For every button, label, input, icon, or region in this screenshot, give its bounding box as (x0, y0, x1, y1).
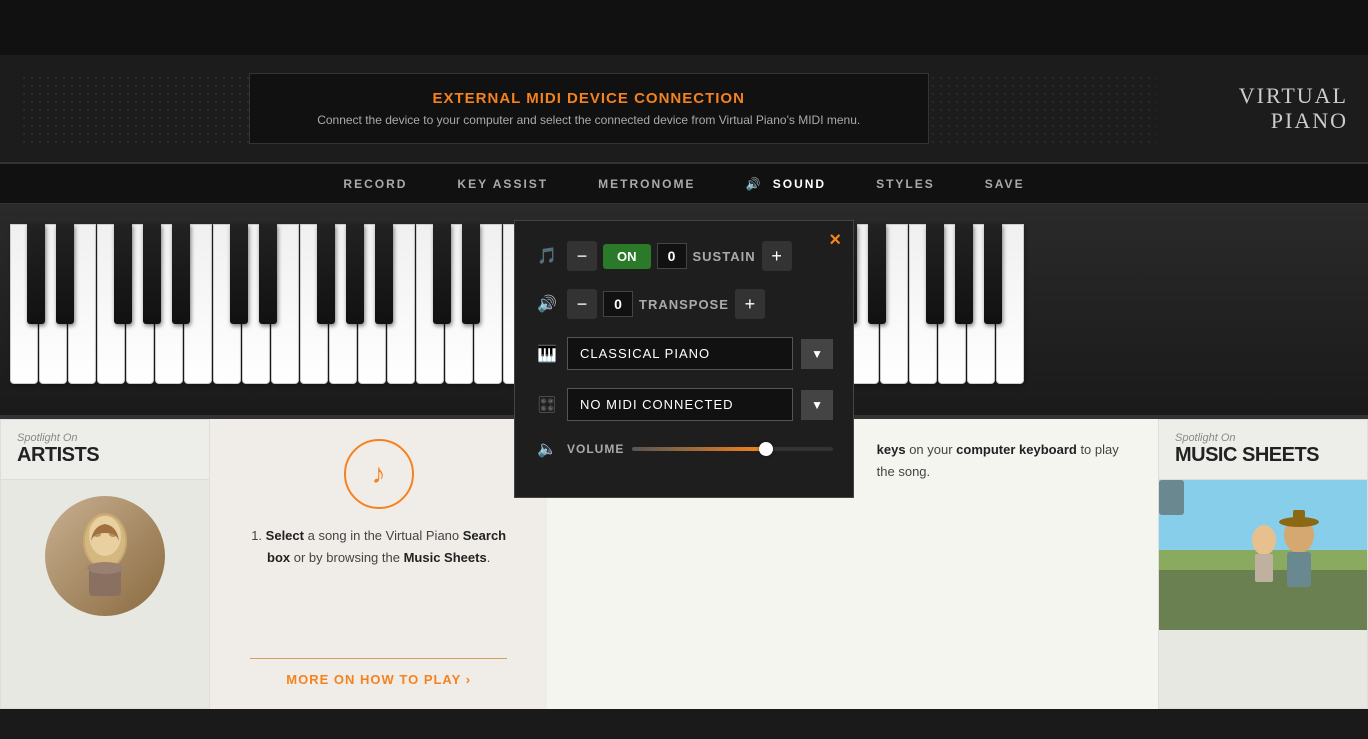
black-key-4[interactable] (143, 224, 161, 324)
midi-title: EXTERNAL MIDI DEVICE CONNECTION (290, 90, 888, 107)
black-key-3[interactable] (114, 224, 132, 324)
black-key-10[interactable] (375, 224, 393, 324)
logo-line2: PIANO (1271, 108, 1348, 133)
spotlight-music-sheets-header: Spotlight On MUSIC SHEETS (1159, 420, 1367, 480)
music-note-icon: ♪ (372, 458, 386, 490)
keys-bold-3: keys (877, 442, 906, 457)
header-banner: EXTERNAL MIDI DEVICE CONNECTION Connect … (0, 55, 1368, 164)
transpose-label: TRANSPOSE (639, 297, 729, 312)
midi-description: Connect the device to your computer and … (290, 113, 888, 127)
how-to-text: 1. Select a song in the Virtual Piano Se… (250, 525, 507, 569)
volume-thumb[interactable] (759, 442, 773, 456)
top-bar (0, 0, 1368, 55)
black-key-5[interactable] (230, 224, 248, 324)
more-link-text: MORE ON HOW TO PLAY (286, 672, 461, 687)
black-key-9[interactable] (346, 224, 364, 324)
nav-sound-label: SOUND (773, 177, 826, 191)
midi-controls: NO MIDI CONNECTED ▼ (567, 388, 833, 421)
midi-row: 🎛 NO MIDI CONNECTED ▼ (535, 388, 833, 421)
instrument-dropdown-button[interactable]: ▼ (801, 339, 833, 369)
sustain-controls: − ON 0 SUSTAIN + (567, 241, 833, 271)
transpose-controls: − 0 TRANSPOSE + (567, 289, 833, 319)
person-silhouette (1159, 480, 1367, 630)
black-key-5[interactable] (172, 224, 190, 324)
volume-controls: VOLUME (567, 442, 833, 456)
transpose-plus-button[interactable]: + (735, 289, 765, 319)
sustain-label: SUSTAIN (693, 249, 756, 264)
sustain-row: 🎵 − ON 0 SUSTAIN + (535, 241, 833, 271)
header-dots-right (929, 74, 1158, 144)
spotlight-on-label-left: Spotlight On (17, 432, 193, 444)
artist-portrait-svg (65, 506, 145, 606)
volume-track[interactable] (632, 447, 833, 451)
sustain-icon: 🎵 (535, 246, 559, 266)
nav-sound[interactable]: 🔊 SOUND (745, 177, 826, 191)
nav-record[interactable]: RECORD (343, 177, 407, 191)
spotlight-artists-title: ARTISTS (17, 444, 193, 467)
midi-icon: 🎛 (535, 395, 559, 415)
music-icon-circle: ♪ (344, 439, 414, 509)
nav-save[interactable]: SAVE (985, 177, 1025, 191)
black-key-23[interactable] (926, 224, 944, 324)
computer-keyboard-bold: computer keyboard (956, 442, 1077, 457)
transpose-value: 0 (603, 291, 633, 317)
spotlight-music-sheets-card: Spotlight On MUSIC SHEETS (1158, 419, 1368, 709)
more-link-container: MORE ON HOW TO PLAY › (250, 658, 507, 689)
nav-key-assist[interactable]: KEY ASSIST (457, 177, 548, 191)
logo-text: VIRTUAL PIANO (1157, 84, 1348, 132)
black-key-21[interactable] (868, 224, 886, 324)
black-key-0[interactable] (27, 224, 45, 324)
instrument-icon: 🎹 (535, 344, 559, 364)
midi-select[interactable]: NO MIDI CONNECTED (567, 388, 793, 421)
sustain-value: 0 (657, 243, 687, 269)
instrument-select[interactable]: CLASSICAL PIANO (567, 337, 793, 370)
transpose-icon: 🔊 (535, 294, 559, 314)
sound-panel: × 🎵 − ON 0 SUSTAIN + 🔊 − 0 TRANSPOSE + 🎹… (514, 220, 854, 498)
logo-line1: VIRTUAL (1239, 83, 1348, 108)
nav-styles[interactable]: STYLES (876, 177, 935, 191)
text-col-3: keys on your computer keyboard to play t… (853, 419, 1158, 709)
instrument-row: 🎹 CLASSICAL PIANO ▼ (535, 337, 833, 370)
black-key-1[interactable] (56, 224, 74, 324)
sustain-toggle[interactable]: ON (603, 244, 651, 269)
black-key-8[interactable] (317, 224, 335, 324)
logo-area: VIRTUAL PIANO (1157, 84, 1348, 132)
black-key-24[interactable] (955, 224, 973, 324)
sustain-plus-button[interactable]: + (762, 241, 792, 271)
volume-label: VOLUME (567, 442, 624, 456)
center-content: ♪ 1. Select a song in the Virtual Piano … (210, 419, 547, 709)
midi-notification-box: EXTERNAL MIDI DEVICE CONNECTION Connect … (249, 73, 929, 144)
sound-icon: 🔊 (745, 177, 762, 191)
nav-bar: RECORD KEY ASSIST METRONOME 🔊 SOUND STYL… (0, 164, 1368, 204)
header-center: EXTERNAL MIDI DEVICE CONNECTION Connect … (249, 73, 929, 144)
close-button[interactable]: × (829, 229, 841, 252)
spotlight-artists-header: Spotlight On ARTISTS (1, 420, 209, 480)
select-bold: Select (266, 528, 304, 543)
black-key-6[interactable] (259, 224, 277, 324)
scene-svg (1159, 480, 1367, 630)
black-key-25[interactable] (984, 224, 1002, 324)
black-key-10[interactable] (433, 224, 451, 324)
sustain-minus-button[interactable]: − (567, 241, 597, 271)
midi-dropdown-button[interactable]: ▼ (801, 390, 833, 420)
spotlight-music-sheets-title: MUSIC SHEETS (1175, 444, 1351, 467)
more-link-arrow: › (466, 672, 471, 687)
spotlight-on-label-right: Spotlight On (1175, 432, 1351, 444)
spotlight-artists-card: Spotlight On ARTISTS (0, 419, 210, 709)
transpose-row: 🔊 − 0 TRANSPOSE + (535, 289, 833, 319)
music-sheets-bold: Music Sheets (404, 550, 487, 565)
transpose-minus-button[interactable]: − (567, 289, 597, 319)
header-dots-left (20, 74, 249, 144)
volume-icon: 🔈 (535, 439, 559, 459)
volume-fill (632, 447, 762, 451)
volume-row: 🔈 VOLUME (535, 439, 833, 459)
black-key-11[interactable] (462, 224, 480, 324)
more-on-how-to-play-link[interactable]: MORE ON HOW TO PLAY › (286, 672, 471, 687)
artist-portrait (45, 496, 165, 616)
music-sheet-image (1159, 480, 1367, 630)
nav-metronome[interactable]: METRONOME (598, 177, 695, 191)
instrument-controls: CLASSICAL PIANO ▼ (567, 337, 833, 370)
